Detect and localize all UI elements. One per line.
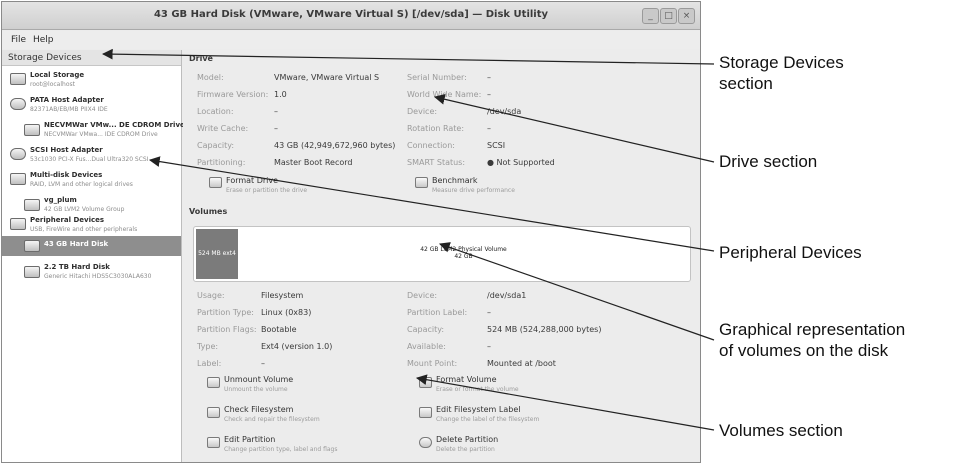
callout-graphical-line1: Graphical representation	[719, 320, 906, 339]
callout-storage-devices: Storage Devices section	[719, 52, 844, 94]
callout-drive-section: Drive section	[719, 152, 818, 171]
callout-graphical-line2: of volumes on the disk	[719, 341, 889, 360]
volumes-section-callout-line	[415, 374, 715, 431]
graphical-volumes-callout-line	[438, 242, 715, 341]
callout-graphical-representation: Graphical representation of volumes on t…	[719, 319, 905, 361]
callout-peripheral-devices: Peripheral Devices	[719, 243, 862, 262]
callout-volumes-section: Volumes section	[719, 421, 843, 440]
callout-storage-line2: section	[719, 74, 773, 93]
figure: 43 GB Hard Disk (VMware, VMware Virtual …	[0, 0, 965, 463]
storage-devices-callout-line	[101, 48, 715, 65]
peripheral-devices-callout-line	[148, 156, 715, 252]
callout-storage-line1: Storage Devices	[719, 53, 844, 72]
drive-section-callout-line	[433, 93, 715, 163]
